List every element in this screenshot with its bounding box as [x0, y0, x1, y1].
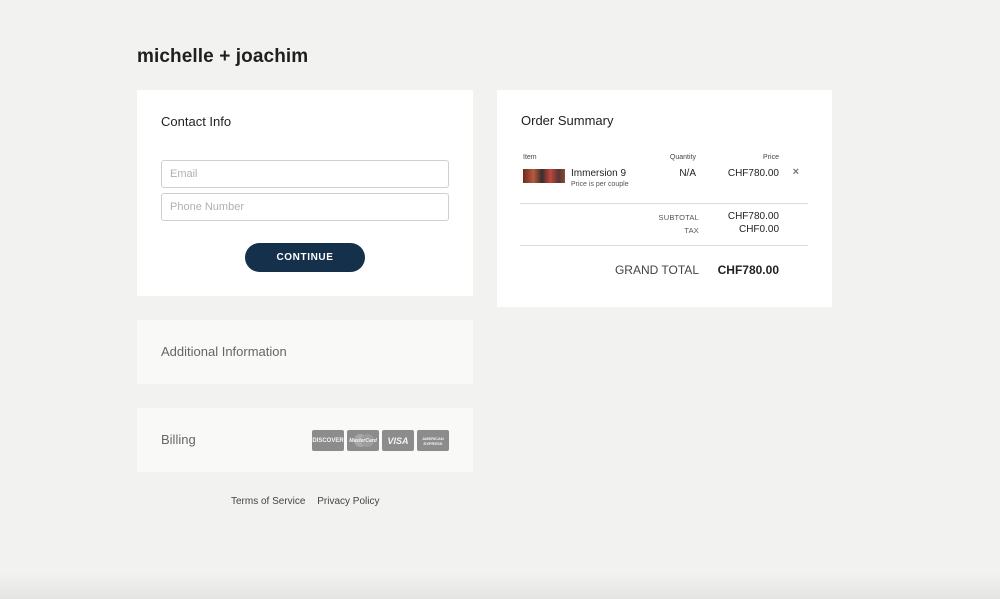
subtotal-value: CHF780.00 — [727, 211, 779, 222]
accepted-cards: DISCOVER MasterCard VISA AMERICAN EXPRES… — [312, 430, 449, 451]
footer-links: Terms of Service Privacy Policy — [231, 496, 389, 507]
grand-total-label: GRAND TOTAL — [614, 263, 699, 277]
billing-title: Billing — [161, 432, 196, 447]
discover-card-icon: DISCOVER — [312, 430, 344, 451]
item-price: CHF780.00 — [727, 168, 779, 179]
order-summary-panel: Order Summary Item Quantity Price Immers… — [497, 90, 832, 307]
visa-card-icon: VISA — [382, 430, 414, 451]
terms-of-service-link[interactable]: Terms of Service — [231, 496, 305, 507]
billing-panel[interactable]: Billing DISCOVER MasterCard VISA AMERICA… — [137, 408, 473, 472]
item-column-header: Item — [523, 154, 537, 161]
remove-item-icon[interactable]: × — [793, 166, 799, 178]
additional-information-title: Additional Information — [161, 344, 287, 359]
phone-number-field[interactable] — [161, 193, 449, 221]
grand-total-value: CHF780.00 — [717, 263, 779, 277]
contact-info-panel: Contact Info CONTINUE — [137, 90, 473, 296]
summary-divider — [520, 203, 808, 204]
continue-button[interactable]: CONTINUE — [245, 243, 365, 272]
quantity-column-header: Quantity — [669, 154, 696, 161]
summary-divider — [520, 245, 808, 246]
price-column-header: Price — [763, 154, 779, 161]
tax-value: CHF0.00 — [738, 224, 779, 235]
item-quantity: N/A — [679, 168, 696, 179]
subtotal-label: SUBTOTAL — [658, 213, 699, 222]
mastercard-card-icon: MasterCard — [347, 430, 379, 451]
order-summary-title: Order Summary — [521, 113, 614, 128]
brand-title: michelle + joachim — [137, 46, 309, 67]
email-field[interactable] — [161, 160, 449, 188]
tax-label: TAX — [684, 226, 699, 235]
item-note: Price is per couple — [571, 181, 629, 188]
privacy-policy-link[interactable]: Privacy Policy — [317, 496, 379, 507]
item-thumbnail — [523, 169, 565, 183]
additional-information-panel[interactable]: Additional Information — [137, 320, 473, 384]
amex-card-icon: AMERICAN EXPRESS — [417, 430, 449, 451]
item-name: Immersion 9 — [571, 168, 627, 179]
bottom-shade — [0, 573, 1000, 599]
contact-info-title: Contact Info — [161, 114, 232, 129]
